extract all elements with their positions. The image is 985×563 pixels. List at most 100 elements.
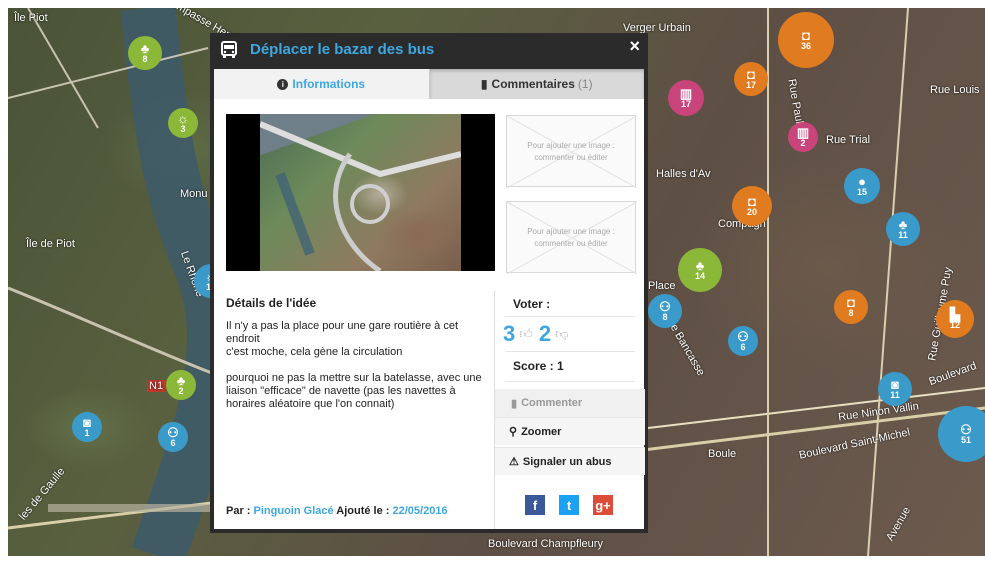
- modal-header: Déplacer le bazar des bus ×: [210, 33, 648, 69]
- map-marker[interactable]: ▥ 2: [788, 122, 818, 152]
- map-marker[interactable]: ◙ 11: [878, 372, 912, 406]
- map-marker[interactable]: ◘ 36: [778, 12, 834, 68]
- thumbs-up-icon[interactable]: 👍︎: [519, 326, 533, 342]
- tab-commentaires-label: Commentaires: [491, 77, 575, 91]
- details-line: Il n'y a pas la place pour une gare rout…: [226, 320, 459, 345]
- marker-count: 15: [856, 187, 867, 197]
- map-marker[interactable]: ▙ 12: [936, 300, 974, 338]
- marker-count: 11: [898, 230, 908, 240]
- map-marker[interactable]: ☼ 3: [168, 108, 198, 138]
- map-label: Boulevard Champfleury: [488, 538, 603, 550]
- map-label: Place: [648, 280, 676, 292]
- marker-count: 17: [745, 80, 756, 90]
- image-placeholder[interactable]: Pour ajouter une image : commenter ou éd…: [506, 115, 637, 188]
- marker-count: 17: [680, 99, 691, 109]
- map-marker[interactable]: ♣ 11: [886, 212, 920, 246]
- map-label: Rue Trial: [826, 134, 871, 146]
- score-label: Score : 1: [513, 359, 564, 373]
- share-row: f t g+: [525, 495, 613, 515]
- modal-title: Déplacer le bazar des bus: [250, 41, 435, 58]
- map-marker[interactable]: ▥ 17: [668, 80, 704, 116]
- author-link[interactable]: Pinguoin Glacé: [254, 505, 334, 517]
- map-label: Rue Louis: [930, 84, 980, 96]
- marker-count: 51: [960, 435, 971, 445]
- twitter-icon: t: [566, 497, 572, 513]
- placeholder-text: Pour ajouter une image : commenter ou éd…: [527, 227, 615, 248]
- map-label: N1: [147, 380, 166, 392]
- comment-icon: ▮: [511, 397, 518, 410]
- zoom-button[interactable]: ⚲ Zoomer: [495, 417, 645, 445]
- details-heading: Détails de l'idée: [226, 296, 317, 310]
- info-icon: i: [277, 78, 289, 90]
- photo-roads: [260, 121, 461, 271]
- google-plus-icon: g+: [595, 497, 611, 513]
- map-marker[interactable]: ⚇ 8: [648, 294, 682, 328]
- map-marker[interactable]: ⚇ 6: [158, 422, 188, 452]
- author-prefix: Par :: [226, 505, 251, 517]
- marker-count: 14: [694, 271, 705, 281]
- added-prefix: Ajouté le :: [336, 505, 390, 517]
- facebook-share-button[interactable]: f: [525, 495, 545, 515]
- zoom-icon: ⚲: [509, 426, 518, 438]
- vote-label: Voter :: [513, 297, 551, 311]
- downvote-count: 2: [538, 321, 552, 346]
- map-label: Île Piot: [14, 12, 48, 24]
- tab-commentaires[interactable]: ▮ Commentaires (1): [429, 69, 644, 99]
- map-marker[interactable]: ◘ 20: [732, 186, 772, 226]
- aerial-photo: [260, 114, 461, 271]
- map-label: Halles d'Av: [656, 168, 711, 180]
- marker-count: 6: [740, 342, 746, 352]
- map-marker[interactable]: ● 15: [844, 168, 880, 204]
- divider: [505, 381, 635, 382]
- added-date: 22/05/2016: [392, 505, 448, 517]
- idea-modal: Déplacer le bazar des bus × i Informatio…: [210, 33, 648, 529]
- map-marker[interactable]: ⚇ 6: [728, 326, 758, 356]
- marker-count: 8: [142, 54, 148, 64]
- map-marker[interactable]: ♣ 14: [678, 248, 722, 292]
- report-abuse-button[interactable]: ⚠ Signaler un abus: [495, 447, 645, 475]
- details-body: Il n'y a pas la place pour une gare rout…: [226, 320, 488, 411]
- google-plus-share-button[interactable]: g+: [593, 495, 613, 515]
- twitter-share-button[interactable]: t: [559, 495, 579, 515]
- marker-count: 2: [800, 138, 806, 148]
- divider: [505, 316, 635, 317]
- vote-panel: Voter : 3 👍︎ 2 👎︎ Score : 1 ▮ Commenter …: [494, 291, 645, 529]
- idea-footer: Par : Pinguoin Glacé Ajouté le : 22/05/2…: [226, 505, 448, 517]
- marker-count: 8: [848, 308, 854, 318]
- close-button[interactable]: ×: [629, 36, 640, 57]
- comment-button[interactable]: ▮ Commenter: [495, 389, 645, 417]
- map-marker[interactable]: ◙ 1: [72, 412, 102, 442]
- map-marker[interactable]: ♣ 2: [166, 370, 196, 400]
- map-label: Boule: [708, 448, 737, 460]
- comment-count: (1): [577, 77, 593, 91]
- map-marker[interactable]: ♣ 8: [128, 36, 162, 70]
- marker-count: 12: [949, 320, 960, 330]
- facebook-icon: f: [532, 497, 538, 513]
- image-placeholder[interactable]: Pour ajouter une image : commenter ou éd…: [506, 201, 637, 274]
- marker-count: 11: [890, 390, 900, 400]
- vote-row: 3 👍︎ 2 👎︎: [503, 321, 574, 347]
- marker-count: 2: [178, 386, 184, 396]
- idea-photo[interactable]: [226, 114, 495, 271]
- comment-button-label: Commenter: [521, 397, 583, 409]
- divider: [505, 351, 635, 352]
- upvote-count: 3: [503, 321, 516, 346]
- placeholder-text: Pour ajouter une image : commenter ou éd…: [527, 141, 615, 162]
- marker-count: 3: [180, 124, 186, 134]
- zoom-button-label: Zoomer: [521, 425, 562, 438]
- map-marker[interactable]: ◘ 8: [834, 290, 868, 324]
- marker-count: 6: [170, 438, 176, 448]
- tab-informations[interactable]: i Informations: [214, 69, 430, 99]
- marker-count: 1: [84, 428, 90, 438]
- marker-count: 36: [800, 41, 811, 51]
- thumbs-down-icon[interactable]: 👎︎: [555, 326, 568, 342]
- marker-count: 8: [662, 312, 668, 322]
- map-label: Monu: [180, 188, 208, 200]
- comment-icon: ▮: [480, 77, 488, 91]
- details-line: c'est moche, cela gène la circulation: [226, 346, 403, 358]
- map-marker[interactable]: ◘ 17: [734, 62, 768, 96]
- app-viewport: Île Piot Impasse Henri Île de Piot Le Rh…: [0, 0, 985, 563]
- map-marker[interactable]: ⚇ 51: [938, 406, 985, 462]
- map-label: Île de Piot: [26, 238, 75, 250]
- tab-informations-label: Informations: [292, 77, 366, 91]
